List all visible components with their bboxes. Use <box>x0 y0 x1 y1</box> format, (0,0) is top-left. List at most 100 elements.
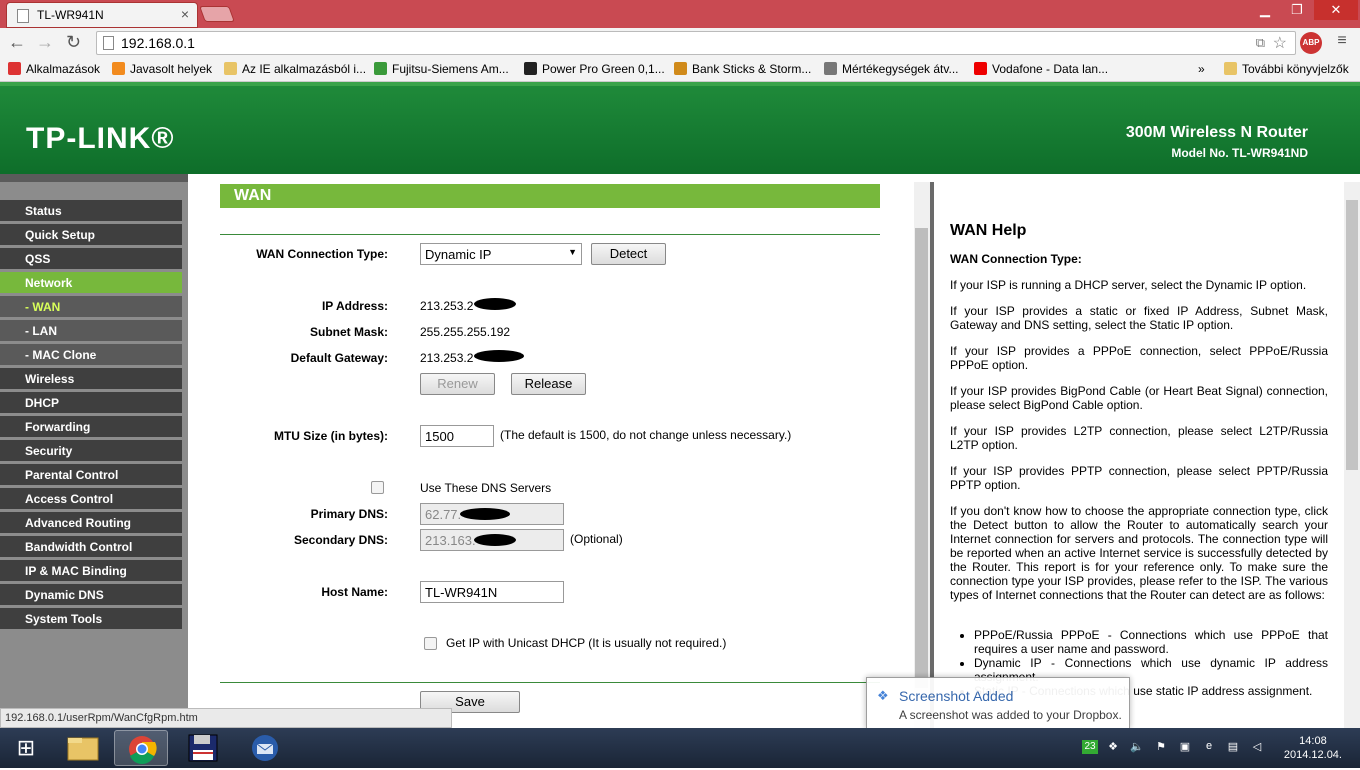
maximize-button[interactable]: ❐ <box>1282 0 1312 20</box>
bookmark-bank-sticks[interactable]: Bank Sticks & Storm... <box>674 62 811 76</box>
scrollbar-thumb[interactable] <box>1346 200 1358 470</box>
bookmark-fujitsu[interactable]: Fujitsu-Siemens Am... <box>374 62 509 76</box>
close-window-button[interactable]: ✕ <box>1314 0 1358 20</box>
windows-start-icon[interactable]: ⊞ <box>6 730 46 766</box>
menu-item-wan[interactable]: - WAN <box>0 296 182 318</box>
reload-icon[interactable]: ↻ <box>66 32 81 53</box>
help-paragraph: If your ISP provides L2TP connection, pl… <box>950 424 1328 452</box>
bookmark-label: További könyvjelzők <box>1242 62 1349 76</box>
default-gateway-label: Default Gateway: <box>290 351 388 365</box>
menu-item-network[interactable]: Network <box>0 272 182 294</box>
detect-button[interactable]: Detect <box>591 243 666 265</box>
thunderbird-icon[interactable] <box>238 730 292 766</box>
new-tab-button[interactable] <box>199 6 235 22</box>
address-bar[interactable]: 192.168.0.1 ⧉ ☆ <box>96 31 1296 55</box>
menu-item-system-tools[interactable]: System Tools <box>0 608 182 630</box>
menu-item-lan[interactable]: - LAN <box>0 320 182 342</box>
menu-item-access-control[interactable]: Access Control <box>0 488 182 510</box>
tab-tl-wr941n[interactable]: TL-WR941N × <box>6 2 198 28</box>
file-explorer-icon[interactable] <box>56 730 110 766</box>
minimize-button[interactable]: ▁ <box>1250 0 1280 20</box>
back-arrow-icon[interactable]: ← <box>8 32 26 53</box>
selected-value: Dynamic IP <box>425 247 492 262</box>
bookmark-apps[interactable]: Alkalmazások <box>8 62 100 76</box>
bookmarks-overflow-chevron[interactable]: » <box>1198 62 1205 76</box>
notification-body: A screenshot was added to your Dropbox. <box>899 708 1122 722</box>
product-name: 300M Wireless N Router <box>1125 124 1308 141</box>
dropbox-notification[interactable]: ❖ Screenshot Added A screenshot was adde… <box>866 677 1130 729</box>
mtu-size-input[interactable]: 1500 <box>420 425 494 447</box>
help-paragraph: If your ISP is running a DHCP server, se… <box>950 278 1307 292</box>
host-name-input[interactable]: TL-WR941N <box>420 581 564 603</box>
translate-icon[interactable]: ⧉ <box>1256 35 1265 51</box>
bookmark-vodafone[interactable]: Vodafone - Data lan... <box>974 62 1108 76</box>
bookmark-other-folder[interactable]: További könyvjelzők <box>1224 62 1349 76</box>
help-scrollbar[interactable] <box>1344 182 1360 728</box>
status-bar-url: 192.168.0.1/userRpm/WanCfgRpm.htm <box>0 708 452 728</box>
scrollbar-thumb[interactable] <box>915 228 928 688</box>
url-text[interactable]: 192.168.0.1 <box>121 35 195 51</box>
bookmark-mertekegysegek[interactable]: Mértékegységek átv... <box>824 62 959 76</box>
menu-item-qss[interactable]: QSS <box>0 248 182 270</box>
menu-item-wireless[interactable]: Wireless <box>0 368 182 390</box>
menu-item-dynamic-dns[interactable]: Dynamic DNS <box>0 584 182 606</box>
subnet-mask-label: Subnet Mask: <box>309 325 388 339</box>
menu-item-forwarding[interactable]: Forwarding <box>0 416 182 438</box>
redaction-scribble <box>474 298 516 310</box>
chrome-menu-icon[interactable]: ≡ <box>1332 32 1352 50</box>
secondary-dns-label: Secondary DNS: <box>293 533 388 547</box>
renew-button[interactable]: Renew <box>420 373 495 395</box>
menu-item-advanced-routing[interactable]: Advanced Routing <box>0 512 182 534</box>
suggested-icon <box>112 62 125 75</box>
tp-link-logo: TP-LINK® <box>26 122 175 155</box>
menu-item-quick-setup[interactable]: Quick Setup <box>0 224 182 246</box>
folder-icon <box>224 62 237 75</box>
help-title: WAN Help <box>950 222 1027 239</box>
menu-item-mac-clone[interactable]: - MAC Clone <box>0 344 182 366</box>
floppy-app-icon[interactable] <box>176 730 230 766</box>
tray-badge[interactable]: 23 <box>1082 740 1098 754</box>
bookmark-suggested[interactable]: Javasolt helyek <box>112 62 212 76</box>
clock[interactable]: 14:08 2014.12.04. <box>1284 734 1342 762</box>
menu-item-status[interactable]: Status <box>0 200 182 222</box>
menu-item-ip-mac-binding[interactable]: IP & MAC Binding <box>0 560 182 582</box>
ie-tray-icon[interactable]: e <box>1202 740 1216 754</box>
bookmark-label: Az IE alkalmazásból i... <box>242 62 367 76</box>
help-subtitle: WAN Connection Type: <box>950 252 1082 266</box>
network-icon[interactable]: ▤ <box>1226 740 1240 754</box>
app-tray-icon[interactable]: ▣ <box>1178 740 1192 754</box>
menu-item-bandwidth-control[interactable]: Bandwidth Control <box>0 536 182 558</box>
bookmark-label: Mértékegységek átv... <box>842 62 959 76</box>
wan-settings-frame: WAN WAN Connection Type: Dynamic IP ▼ De… <box>188 182 914 728</box>
release-button[interactable]: Release <box>511 373 586 395</box>
menu-item-security[interactable]: Security <box>0 440 182 462</box>
main-frame-scrollbar[interactable] <box>914 182 930 728</box>
unicast-dhcp-checkbox[interactable] <box>424 637 437 650</box>
adblock-plus-icon[interactable]: ABP <box>1300 32 1322 54</box>
redaction-scribble <box>474 350 524 362</box>
menu-item-dhcp[interactable]: DHCP <box>0 392 182 414</box>
bookmark-ie-folder[interactable]: Az IE alkalmazásból i... <box>224 62 366 76</box>
wan-connection-type-label: WAN Connection Type: <box>256 247 388 261</box>
tab-close-icon[interactable]: × <box>181 6 189 22</box>
wan-connection-type-select[interactable]: Dynamic IP ▼ <box>420 243 582 265</box>
flag-icon[interactable]: ⚑ <box>1154 740 1168 754</box>
browser-window: TL-WR941N × ▁ ❐ ✕ ← → ↻ 192.168.0.1 ⧉ ☆ … <box>0 0 1360 768</box>
use-dns-servers-checkbox[interactable] <box>371 481 384 494</box>
forward-arrow-icon[interactable]: → <box>36 32 54 53</box>
notification-title: Screenshot Added <box>899 688 1014 704</box>
chrome-icon[interactable] <box>114 730 168 766</box>
speaker-icon[interactable]: ◁ <box>1250 740 1264 754</box>
site-icon <box>824 62 837 75</box>
site-icon <box>524 62 537 75</box>
volume-icon[interactable]: 🔈 <box>1130 740 1144 754</box>
clock-date: 2014.12.04. <box>1283 749 1342 761</box>
use-dns-servers-label: Use These DNS Servers <box>420 481 552 495</box>
dropbox-tray-icon[interactable]: ❖ <box>1106 740 1120 754</box>
site-icon <box>374 62 387 75</box>
router-header: TP-LINK® 300M Wireless N Router Model No… <box>0 82 1360 174</box>
tab-strip: TL-WR941N × ▁ ❐ ✕ <box>0 0 1360 28</box>
bookmark-power-pro[interactable]: Power Pro Green 0,1... <box>524 62 665 76</box>
menu-item-parental-control[interactable]: Parental Control <box>0 464 182 486</box>
bookmark-star-icon[interactable]: ☆ <box>1273 33 1287 53</box>
